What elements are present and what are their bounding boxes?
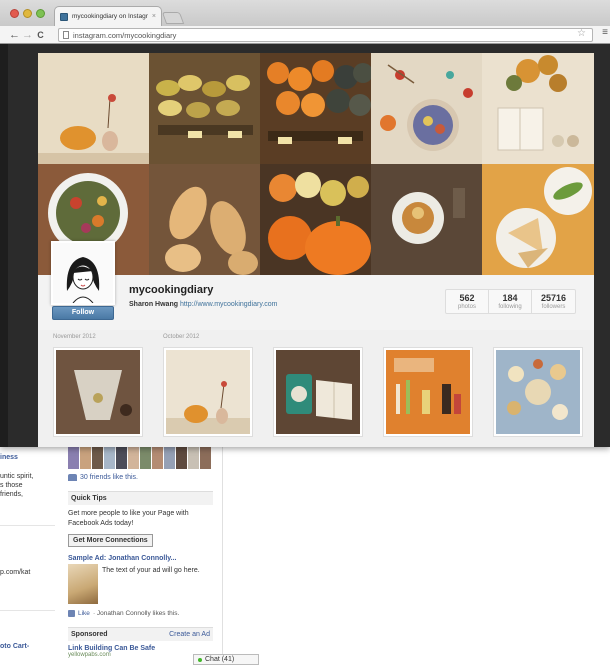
- back-arrow-icon[interactable]: ←: [8, 28, 21, 42]
- left-fragment-text: p.com/kat: [0, 569, 31, 576]
- quick-tips-header: Quick Tips: [68, 491, 213, 505]
- address-bar[interactable]: instagram.com/mycookingdiary ☆: [58, 28, 593, 42]
- profile-website-link[interactable]: http://www.mycookingdiary.com: [180, 301, 278, 308]
- sample-ad-image[interactable]: [68, 564, 98, 604]
- avatar-illustration: [53, 243, 113, 303]
- photo-image: [496, 350, 580, 434]
- profile-real-name: Sharon Hwang: [129, 301, 179, 308]
- friends-photo-strip: [68, 447, 213, 469]
- friend-avatar[interactable]: [68, 447, 79, 469]
- close-window-button[interactable]: [10, 9, 19, 18]
- friend-avatar[interactable]: [164, 447, 175, 469]
- friend-avatar[interactable]: [92, 447, 103, 469]
- friend-avatar[interactable]: [176, 447, 187, 469]
- tab-close-icon[interactable]: ×: [152, 13, 156, 20]
- stat-following[interactable]: 184 following: [489, 290, 532, 313]
- friend-avatar[interactable]: [188, 447, 199, 469]
- sponsored-header: Sponsored Create an Ad: [68, 627, 213, 641]
- profile-username: mycookingdiary: [129, 284, 214, 296]
- create-ad-link[interactable]: Create an Ad: [169, 631, 210, 638]
- month-label: November 2012: [53, 334, 96, 340]
- chrome-menu-icon[interactable]: ≡: [602, 27, 608, 38]
- sponsored-ad-url[interactable]: yellowpabs.com: [68, 652, 213, 658]
- reload-icon[interactable]: C: [34, 28, 47, 42]
- quick-tips-text: Get more people to like your Page with F…: [68, 510, 189, 527]
- photo-image: [56, 350, 140, 434]
- sponsored-title: Sponsored: [71, 631, 108, 638]
- photo-thumbnail[interactable]: [273, 347, 363, 437]
- toolbar: ← → C instagram.com/mycookingdiary ☆ ≡: [0, 26, 610, 44]
- follow-button[interactable]: Follow: [52, 306, 114, 320]
- friend-avatar[interactable]: [80, 447, 91, 469]
- left-fragment-text: untic spirit,: [0, 473, 34, 480]
- friend-avatar[interactable]: [128, 447, 139, 469]
- friends-like-text: 30 friends like this.: [80, 474, 138, 481]
- friends-like-line[interactable]: 30 friends like this.: [68, 474, 213, 481]
- zoom-window-button[interactable]: [36, 9, 45, 18]
- get-more-connections-button[interactable]: Get More Connections: [68, 534, 153, 547]
- forward-arrow-icon[interactable]: →: [21, 28, 34, 42]
- left-fragment-text: friends,: [0, 491, 23, 498]
- stat-label: followers: [541, 304, 566, 310]
- column-border: [222, 445, 223, 665]
- profile-avatar[interactable]: [51, 241, 115, 305]
- photo-image: [276, 350, 360, 434]
- thumbs-up-icon: [68, 610, 75, 617]
- divider: [0, 525, 55, 526]
- cover-photo-collage: [38, 53, 594, 275]
- photo-thumbnail[interactable]: [163, 347, 253, 437]
- friend-avatar[interactable]: [200, 447, 211, 469]
- chat-bar[interactable]: Chat (41): [193, 654, 259, 665]
- minimize-window-button[interactable]: [23, 9, 32, 18]
- url-text: instagram.com/mycookingdiary: [73, 30, 177, 40]
- friend-avatar[interactable]: [104, 447, 115, 469]
- month-label: October 2012: [163, 334, 200, 340]
- new-tab-button[interactable]: [161, 12, 185, 24]
- photo-grid: November 2012 October 2012: [38, 330, 594, 447]
- photo-image: [386, 350, 470, 434]
- cover-tile: [38, 53, 149, 164]
- left-fragment-text: s those: [0, 482, 23, 489]
- favicon-icon: [60, 12, 68, 21]
- profile-stats: 562 photos 184 following 25716 followers: [445, 289, 576, 314]
- tab-title: mycookingdiary on Instagram: [72, 13, 148, 20]
- friend-avatar[interactable]: [152, 447, 163, 469]
- screenshot-stage: iness Mo untic spirit, s those friends, …: [0, 0, 610, 665]
- browser-tab[interactable]: mycookingdiary on Instagram ×: [54, 6, 162, 26]
- divider: [0, 610, 55, 611]
- stat-label: following: [498, 304, 522, 310]
- photo-thumbnail[interactable]: [383, 347, 473, 437]
- like-suffix: · Jonathan Connolly likes this.: [92, 610, 180, 617]
- instagram-profile-page: Follow mycookingdiary Sharon Hwang http:…: [8, 44, 610, 447]
- sponsored-ad-title[interactable]: Link Building Can Be Safe: [68, 645, 213, 652]
- tab-bar: mycookingdiary on Instagram ×: [0, 0, 610, 26]
- photo-thumbnail[interactable]: [53, 347, 143, 437]
- browser-window: mycookingdiary on Instagram × ← → C inst…: [0, 0, 610, 447]
- profile-bio: Sharon Hwang http://www.mycookingdiary.c…: [129, 301, 277, 308]
- like-link[interactable]: Like: [78, 610, 90, 617]
- people-icon: [68, 474, 77, 481]
- sample-ad-text: The text of your ad will go here.: [102, 567, 200, 574]
- page-icon: [63, 31, 69, 39]
- quick-tips-title: Quick Tips: [71, 495, 107, 502]
- friend-avatar[interactable]: [140, 447, 151, 469]
- left-fragment-link[interactable]: oto Cart-: [0, 642, 29, 651]
- chat-status-icon: [198, 657, 202, 662]
- stat-value: 184: [502, 293, 518, 303]
- sample-ad-body: The text of your ad will go here.: [68, 564, 213, 604]
- stat-label: photos: [457, 304, 476, 310]
- stat-followers[interactable]: 25716 followers: [532, 290, 575, 313]
- sample-ad-title[interactable]: Sample Ad: Jonathan Connolly...: [68, 555, 213, 562]
- stat-photos[interactable]: 562 photos: [446, 290, 489, 313]
- stat-value: 25716: [540, 293, 567, 303]
- chat-label: Chat (41): [205, 656, 235, 663]
- stat-value: 562: [459, 293, 475, 303]
- friend-avatar[interactable]: [116, 447, 127, 469]
- bookmark-star-icon[interactable]: ☆: [577, 28, 586, 39]
- facebook-right-column: 30 friends like this. Quick Tips Get mor…: [68, 447, 213, 658]
- ad-like-line: Like · Jonathan Connolly likes this.: [68, 610, 213, 617]
- left-fragment-link[interactable]: iness: [0, 453, 18, 462]
- photo-thumbnail[interactable]: [493, 347, 583, 437]
- photo-image: [166, 350, 250, 434]
